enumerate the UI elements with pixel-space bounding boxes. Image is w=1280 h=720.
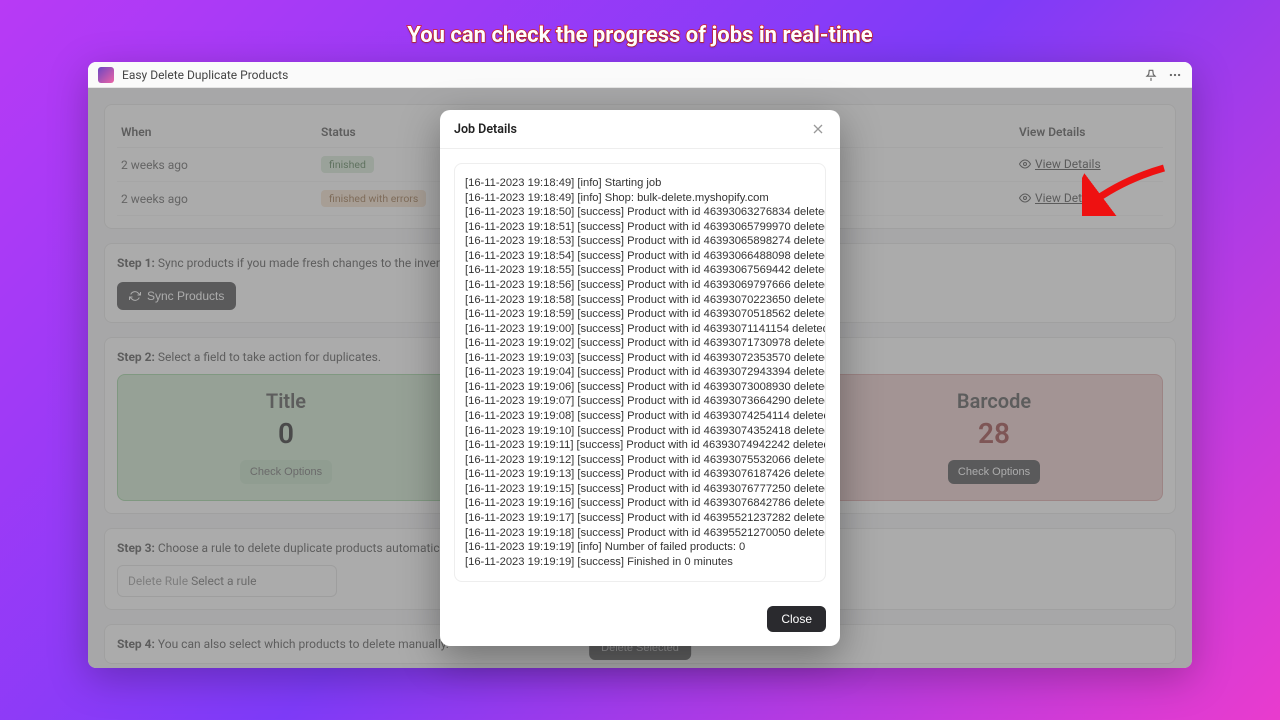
- close-button[interactable]: Close: [767, 606, 826, 632]
- more-icon[interactable]: [1168, 68, 1182, 82]
- log-line: [16-11-2023 19:18:55] [success] Product …: [465, 263, 815, 278]
- log-line: [16-11-2023 19:19:17] [success] Product …: [465, 511, 815, 526]
- modal-body: [16-11-2023 19:18:49] [info] Starting jo…: [440, 149, 840, 596]
- log-line: [16-11-2023 19:18:49] [info] Shop: bulk-…: [465, 191, 815, 206]
- app-icon: [98, 67, 114, 83]
- log-line: [16-11-2023 19:19:07] [success] Product …: [465, 394, 815, 409]
- log-output[interactable]: [16-11-2023 19:18:49] [info] Starting jo…: [454, 163, 826, 582]
- log-line: [16-11-2023 19:19:04] [success] Product …: [465, 365, 815, 380]
- log-line: [16-11-2023 19:18:56] [success] Product …: [465, 278, 815, 293]
- log-line: [16-11-2023 19:19:03] [success] Product …: [465, 351, 815, 366]
- log-line: [16-11-2023 19:18:51] [success] Product …: [465, 220, 815, 235]
- log-line: [16-11-2023 19:19:11] [success] Product …: [465, 438, 815, 453]
- modal-header: Job Details: [440, 110, 840, 149]
- log-line: [16-11-2023 19:18:49] [info] Starting jo…: [465, 176, 815, 191]
- app-title: Easy Delete Duplicate Products: [122, 68, 1136, 82]
- pin-icon[interactable]: [1144, 68, 1158, 82]
- log-line: [16-11-2023 19:18:53] [success] Product …: [465, 234, 815, 249]
- log-line: [16-11-2023 19:18:59] [success] Product …: [465, 307, 815, 322]
- log-line: [16-11-2023 19:19:08] [success] Product …: [465, 409, 815, 424]
- log-line: [16-11-2023 19:19:10] [success] Product …: [465, 424, 815, 439]
- promo-banner: You can check the progress of jobs in re…: [0, 23, 1280, 48]
- log-line: [16-11-2023 19:19:02] [success] Product …: [465, 336, 815, 351]
- log-line: [16-11-2023 19:18:50] [success] Product …: [465, 205, 815, 220]
- titlebar: Easy Delete Duplicate Products: [88, 62, 1192, 88]
- log-line: [16-11-2023 19:19:12] [success] Product …: [465, 453, 815, 468]
- log-line: [16-11-2023 19:19:19] [info] Number of f…: [465, 540, 815, 555]
- log-line: [16-11-2023 19:18:58] [success] Product …: [465, 293, 815, 308]
- log-line: [16-11-2023 19:19:15] [success] Product …: [465, 482, 815, 497]
- log-line: [16-11-2023 19:19:06] [success] Product …: [465, 380, 815, 395]
- log-line: [16-11-2023 19:19:16] [success] Product …: [465, 496, 815, 511]
- modal-title: Job Details: [454, 122, 517, 137]
- callout-arrow-icon: [1082, 160, 1172, 216]
- close-icon[interactable]: [810, 121, 826, 137]
- modal-footer: Close: [440, 596, 840, 646]
- log-line: [16-11-2023 19:18:54] [success] Product …: [465, 249, 815, 264]
- log-line: [16-11-2023 19:19:18] [success] Product …: [465, 526, 815, 541]
- job-details-modal: Job Details [16-11-2023 19:18:49] [info]…: [440, 110, 840, 646]
- log-line: [16-11-2023 19:19:19] [success] Finished…: [465, 555, 815, 570]
- log-line: [16-11-2023 19:19:00] [success] Product …: [465, 322, 815, 337]
- log-line: [16-11-2023 19:19:13] [success] Product …: [465, 467, 815, 482]
